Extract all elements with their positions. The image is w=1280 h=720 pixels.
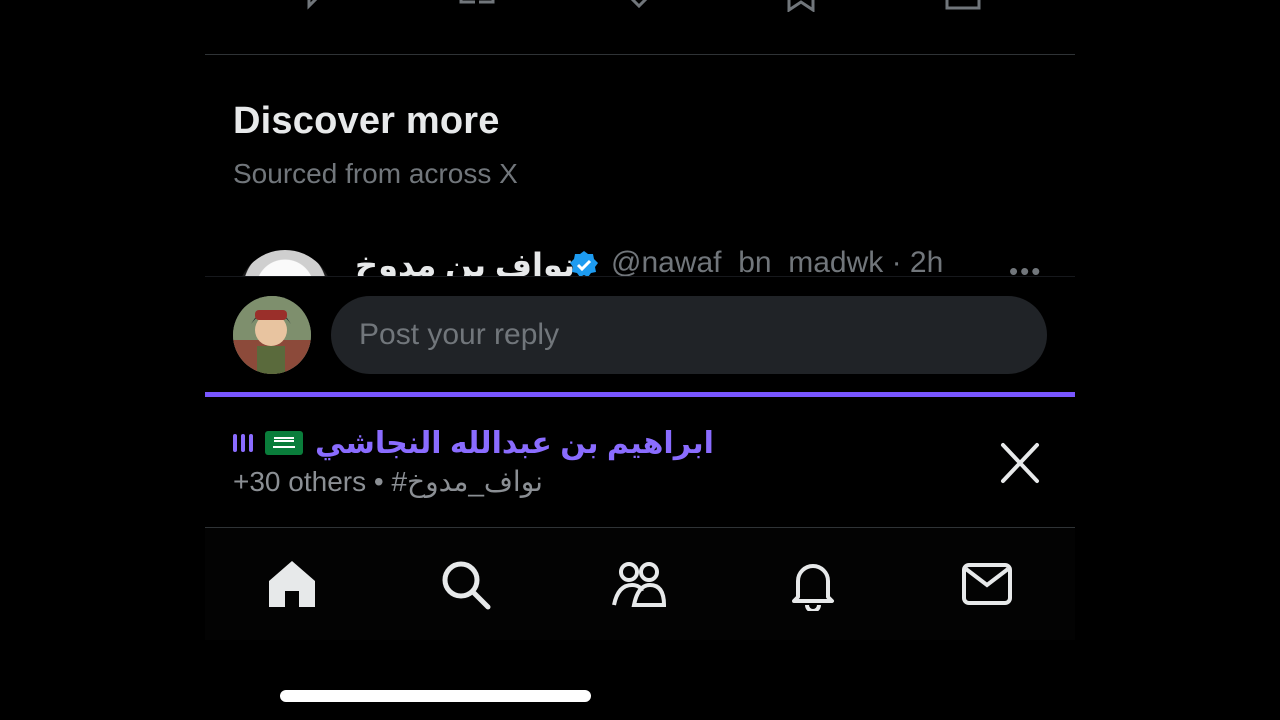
section-divider [205, 276, 1075, 277]
nav-search-icon[interactable] [435, 554, 495, 614]
banner-header: ابراهيم بن عبدالله النجاشي [233, 423, 714, 463]
reply-icon[interactable] [297, 0, 337, 12]
saudi-flag-icon [265, 431, 303, 455]
nav-notifications-icon[interactable] [783, 554, 843, 614]
bottom-nav [205, 528, 1075, 640]
share-icon[interactable] [943, 0, 983, 12]
banner-name: ابراهيم بن عبدالله النجاشي [315, 426, 714, 460]
section-divider [205, 54, 1075, 55]
tweet-peek[interactable]: نواف بن مدوخ @nawaf_bn_madwk · 2h ••• [205, 238, 1075, 276]
nav-messages-icon[interactable] [957, 554, 1017, 614]
close-icon[interactable] [995, 441, 1045, 485]
notification-banner[interactable]: ابراهيم بن عبدالله النجاشي +30 others • … [205, 397, 1075, 527]
discover-subtitle: Sourced from across X [233, 158, 518, 189]
repost-icon[interactable] [457, 0, 497, 12]
bookmark-icon[interactable] [781, 0, 821, 13]
app-root: Discover more Sourced from across X نواف… [0, 0, 1280, 720]
post-actions-row [205, 0, 1075, 13]
author-handle: @nawaf_bn_madwk · 2h [611, 246, 944, 276]
live-bars-icon [233, 434, 253, 452]
discover-title: Discover more [233, 100, 500, 142]
nav-communities-icon[interactable] [609, 554, 669, 614]
like-icon[interactable] [619, 0, 659, 12]
user-avatar[interactable] [233, 296, 311, 374]
more-options-icon[interactable]: ••• [1009, 256, 1042, 276]
verified-badge-icon [569, 250, 599, 276]
banner-subtitle: +30 others • #نواف_مدوخ [233, 466, 543, 497]
avatar[interactable] [237, 250, 333, 276]
nav-home-icon[interactable] [262, 554, 322, 614]
reply-input[interactable] [331, 296, 1047, 374]
home-indicator[interactable] [280, 690, 591, 702]
author-name[interactable]: نواف بن مدوخ [355, 246, 575, 276]
timeline-column: Discover more Sourced from across X نواف… [205, 0, 1075, 720]
